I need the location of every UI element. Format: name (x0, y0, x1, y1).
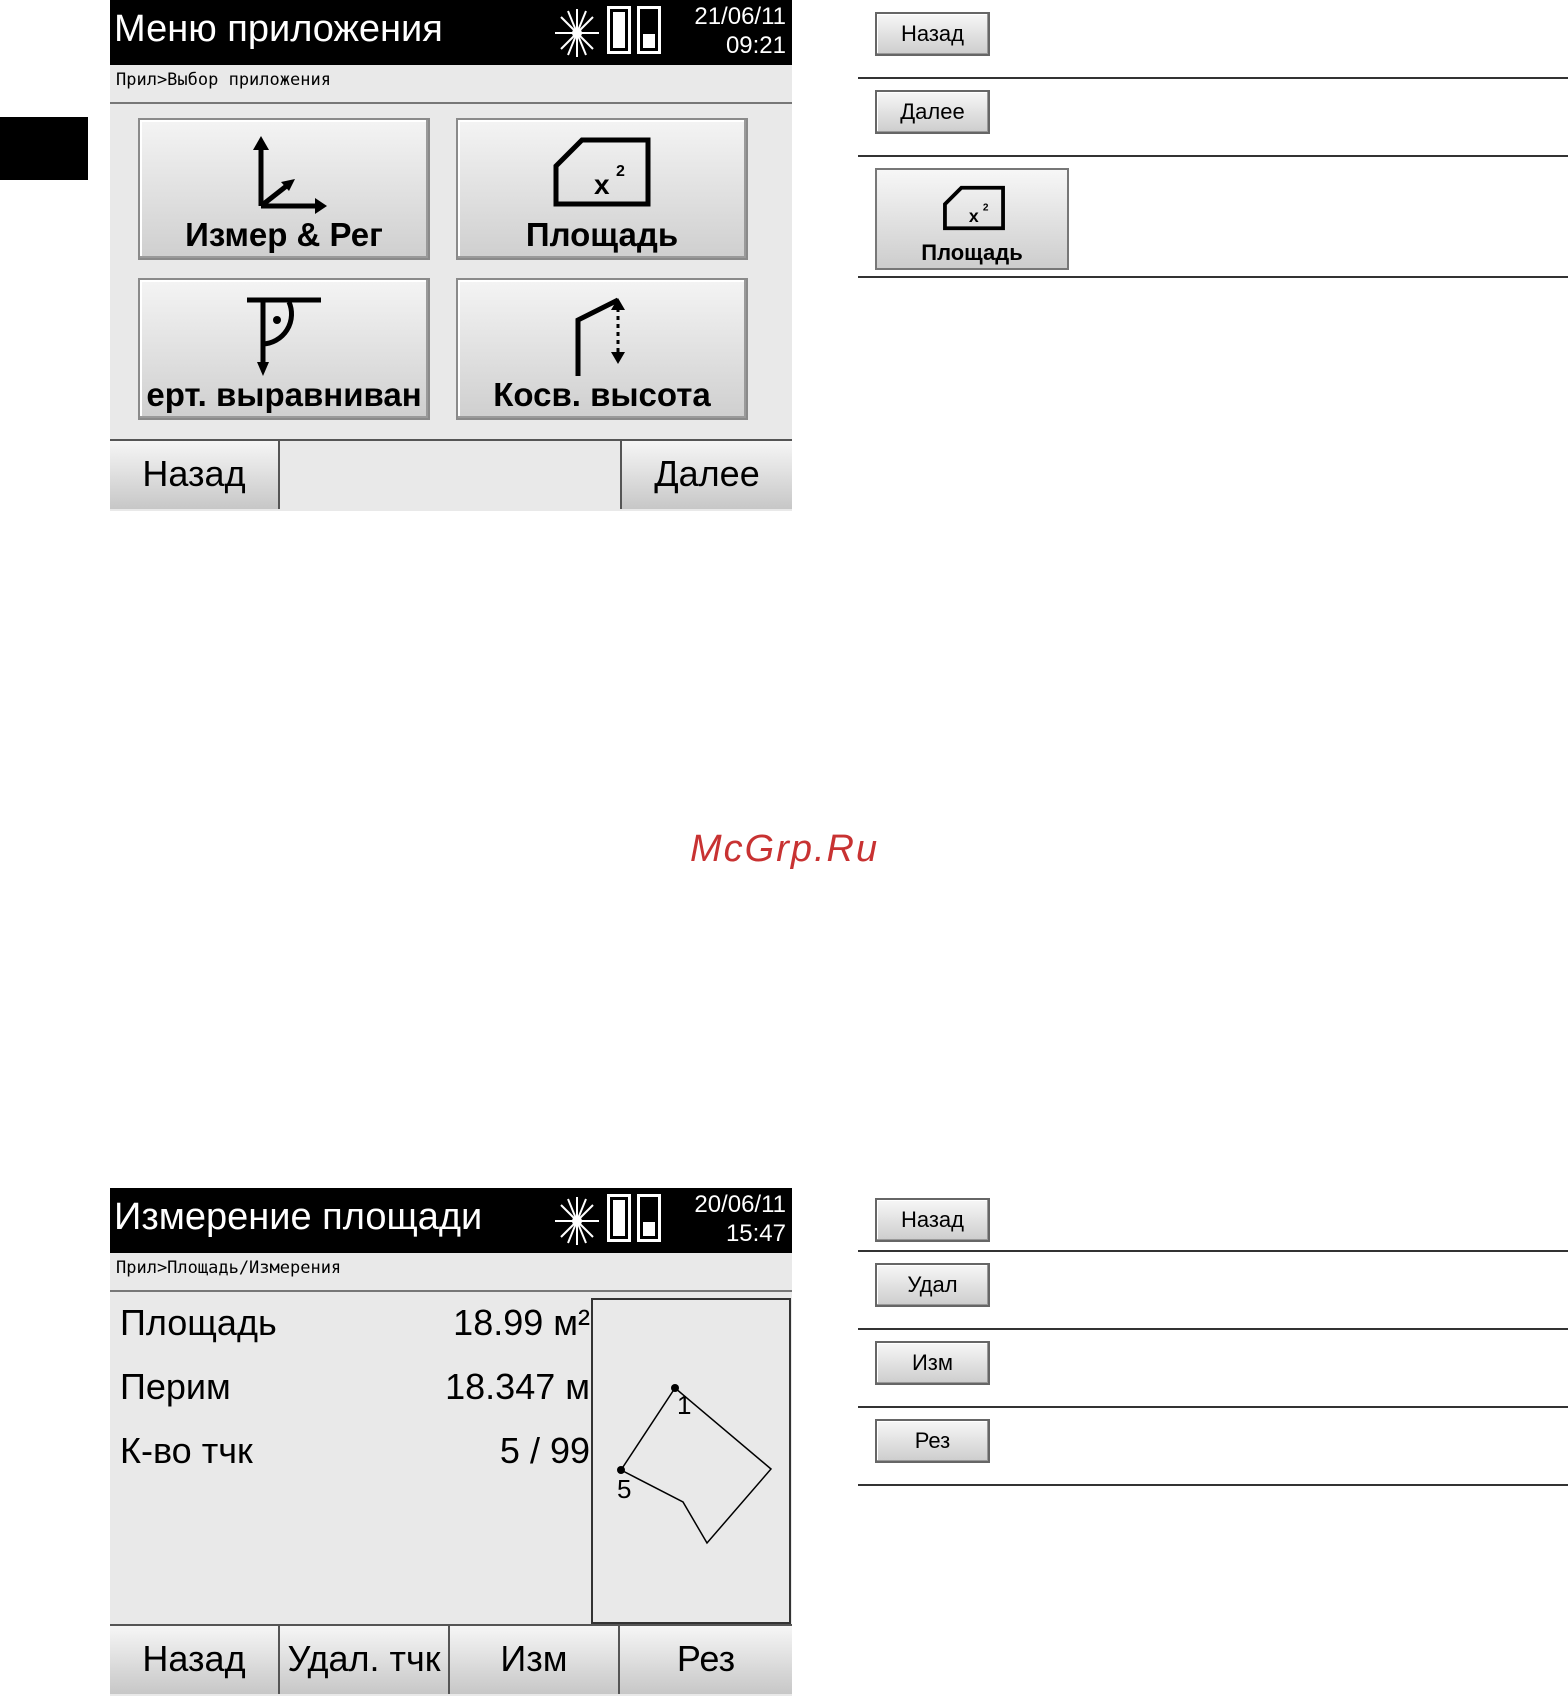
svg-text:2: 2 (983, 203, 989, 214)
legend-measure-button[interactable]: Изм (875, 1341, 990, 1385)
battery-icon (607, 6, 631, 54)
screen-title: Меню приложения (114, 8, 443, 50)
perimeter-label: Перим (120, 1366, 231, 1407)
plumb-icon (247, 297, 321, 376)
svg-text:x: x (594, 169, 610, 200)
tile-area[interactable]: x 2 Площадь (456, 118, 748, 260)
area-icon: x 2 (553, 137, 651, 207)
tile-label: Измер & Рег (185, 216, 383, 253)
divider (858, 1250, 1568, 1252)
divider (110, 102, 792, 104)
next-button[interactable]: Далее (620, 441, 792, 509)
polygon-preview: 1 5 (591, 1298, 791, 1624)
polygon-outline (619, 1387, 773, 1545)
laser-icon (555, 1197, 599, 1245)
result-button[interactable]: Рез (620, 1626, 792, 1694)
battery-icon (637, 1194, 661, 1242)
laser-icon (555, 9, 599, 57)
point-marker (617, 1466, 625, 1474)
tile-label: Площадь (525, 216, 679, 253)
screen-title: Измерение площади (114, 1196, 483, 1238)
date-text: 20/06/11 (694, 1191, 786, 1218)
points-row: К-во тчк 5 / 99 (120, 1430, 590, 1474)
battery-icon (607, 1194, 631, 1242)
date-text: 21/06/11 (694, 3, 786, 30)
app-menu-screen: Меню приложения 21/06/11 09:21 Прил>Выбо… (110, 0, 792, 511)
divider (858, 77, 1568, 79)
tile-label: Площадь (921, 240, 1023, 265)
breadcrumb: Прил>Выбор приложения (116, 70, 331, 90)
point-label-first: 1 (677, 1390, 691, 1420)
area-icon: x 2 (943, 185, 1005, 231)
points-value: 5 / 99 (499, 1430, 590, 1471)
legend-area-tile[interactable]: x 2 Площадь (875, 168, 1069, 270)
softkey-bar: Назад Далее (110, 439, 792, 511)
title-bar: Меню приложения 21/06/11 09:21 (110, 0, 792, 65)
svg-text:x: x (969, 206, 979, 226)
divider (858, 1406, 1568, 1408)
point-label-last: 5 (617, 1474, 631, 1504)
divider (858, 1328, 1568, 1330)
divider (858, 276, 1568, 278)
axes-icon (253, 136, 327, 214)
tile-vertical-align[interactable]: ерт. выравниван (138, 278, 430, 420)
time-text: 09:21 (725, 32, 786, 59)
area-row: Площадь 18.99 м² (120, 1302, 590, 1346)
perimeter-value: 18.347 м (445, 1366, 590, 1407)
softkey-bar: Назад Удал. тчк Изм Рез (110, 1624, 792, 1696)
time-text: 15:47 (725, 1220, 786, 1247)
measure-button[interactable]: Изм (450, 1626, 620, 1694)
legend-delete-button[interactable]: Удал (875, 1263, 990, 1307)
legend-back-button[interactable]: Назад (875, 12, 990, 56)
perimeter-row: Перим 18.347 м (120, 1366, 590, 1410)
legend-back-button[interactable]: Назад (875, 1198, 990, 1242)
datetime: 21/06/11 09:21 (694, 2, 786, 60)
breadcrumb: Прил>Площадь/Измерения (116, 1258, 342, 1278)
tile-label: ерт. выравниван (146, 376, 422, 413)
svg-text:2: 2 (616, 163, 625, 180)
back-button[interactable]: Назад (110, 1626, 280, 1694)
battery-icon (637, 6, 661, 54)
delete-point-button[interactable]: Удал. тчк (280, 1626, 450, 1694)
divider (858, 155, 1568, 157)
back-button[interactable]: Назад (110, 441, 280, 509)
tile-measure-register[interactable]: Измер & Рег (138, 118, 430, 260)
page-tab-marker (0, 117, 88, 180)
area-value: 18.99 м² (453, 1302, 590, 1343)
legend-next-button[interactable]: Далее (875, 90, 990, 134)
divider (110, 1290, 792, 1292)
watermark-text: McGrp.Ru (690, 828, 880, 870)
tile-indirect-height[interactable]: Косв. высота (456, 278, 748, 420)
datetime: 20/06/11 15:47 (694, 1190, 786, 1248)
area-measure-screen: Измерение площади 20/06/11 15:47 Прил>Пл… (110, 1188, 792, 1696)
title-bar: Измерение площади 20/06/11 15:47 (110, 1188, 792, 1253)
tile-label: Косв. высота (493, 376, 711, 413)
indirect-height-icon (575, 297, 625, 376)
legend-result-button[interactable]: Рез (875, 1419, 990, 1463)
points-label: К-во тчк (120, 1430, 253, 1471)
divider (858, 1484, 1568, 1486)
area-label: Площадь (120, 1302, 277, 1343)
